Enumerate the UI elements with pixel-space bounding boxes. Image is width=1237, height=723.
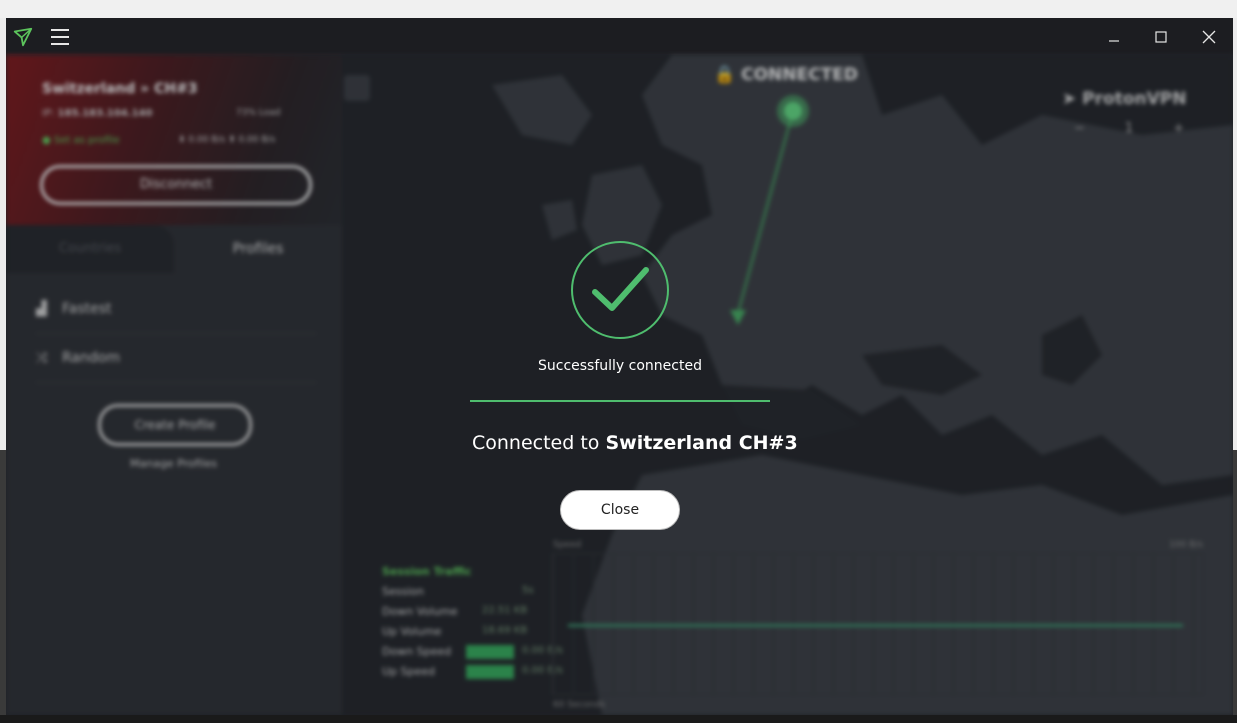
minimize-button[interactable] <box>1091 18 1137 55</box>
title-bar <box>6 18 1233 55</box>
close-button[interactable]: Close <box>560 490 680 530</box>
connected-to-prefix: Connected to <box>472 432 600 454</box>
hamburger-menu-icon[interactable] <box>51 29 69 45</box>
minimize-icon <box>1109 39 1119 42</box>
success-check-icon <box>571 241 669 339</box>
close-icon <box>1202 30 1216 43</box>
modal-overlay <box>6 55 1233 715</box>
maximize-icon <box>1155 30 1167 43</box>
connected-to-text: Connected to Switzerland CH#3 <box>472 432 798 454</box>
maximize-button[interactable] <box>1138 18 1184 55</box>
success-divider <box>470 400 770 402</box>
desktop-top-strip <box>0 0 1237 18</box>
protonvpn-logo-icon[interactable] <box>12 26 34 48</box>
app-window: Switzerland » CH#3 IP: 185.183.104.140 7… <box>6 18 1233 715</box>
desktop-bottom-strip <box>0 715 1237 723</box>
success-message: Successfully connected <box>538 358 702 374</box>
close-window-button[interactable] <box>1186 18 1232 55</box>
connected-server-name: Switzerland CH#3 <box>605 432 798 454</box>
desktop-right-strip <box>1233 450 1237 723</box>
